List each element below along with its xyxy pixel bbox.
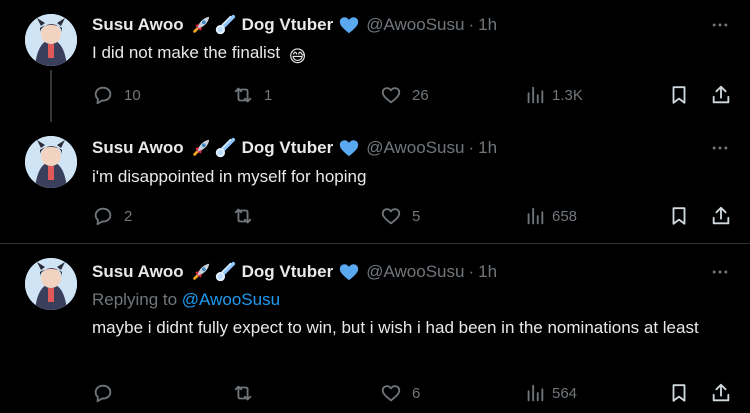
timestamp[interactable]: 1h bbox=[478, 15, 497, 35]
separator: · bbox=[468, 15, 475, 34]
separator: · bbox=[468, 262, 475, 281]
comet-emoji-icon bbox=[214, 14, 236, 36]
verified-icon[interactable] bbox=[338, 14, 360, 36]
reply-icon bbox=[94, 384, 112, 403]
display-name[interactable]: Susu Awoo bbox=[92, 138, 184, 158]
verified-icon[interactable] bbox=[338, 137, 360, 159]
display-name[interactable]: Susu Awoo bbox=[92, 15, 184, 35]
heart-icon bbox=[381, 208, 401, 225]
tweet-header: Susu Awoo Dog Vtuber @AwooSusu · 1h bbox=[92, 13, 497, 37]
share-icon bbox=[712, 206, 730, 225]
repost-icon bbox=[234, 208, 252, 224]
more-icon[interactable] bbox=[708, 136, 732, 160]
replying-to-label: Replying to bbox=[92, 290, 178, 309]
heart-icon bbox=[381, 385, 401, 402]
tweet-text-content: I did not make the finalist bbox=[92, 43, 281, 62]
repost-icon bbox=[234, 87, 252, 103]
replying-to: Replying to @AwooSusu bbox=[92, 290, 280, 310]
like-button[interactable]: 26 bbox=[380, 83, 429, 107]
reply-button[interactable]: 10 bbox=[92, 83, 141, 107]
reply-icon bbox=[94, 86, 112, 105]
repost-button[interactable] bbox=[232, 381, 264, 405]
views-button[interactable]: 1.3K bbox=[524, 83, 583, 107]
bookmark-icon bbox=[672, 384, 686, 402]
verified-icon[interactable] bbox=[338, 261, 360, 283]
display-name-suffix[interactable]: Dog Vtuber bbox=[242, 15, 334, 35]
action-bar: 2 5 658 bbox=[92, 204, 732, 228]
tweet-text: maybe i didnt fully expect to win, but i… bbox=[92, 318, 699, 337]
share-button[interactable] bbox=[710, 204, 732, 228]
rocket-emoji-icon bbox=[190, 261, 212, 283]
share-button[interactable] bbox=[710, 83, 732, 107]
grinning-sweat-emoji-icon: 😅 bbox=[288, 47, 307, 66]
rocket-emoji-icon bbox=[190, 137, 212, 159]
more-icon[interactable] bbox=[708, 13, 732, 37]
views-button[interactable]: 658 bbox=[524, 204, 577, 228]
avatar[interactable] bbox=[25, 258, 77, 310]
repost-icon bbox=[234, 385, 252, 401]
reply-count: 2 bbox=[124, 207, 133, 225]
comet-emoji-icon bbox=[214, 261, 236, 283]
views-icon bbox=[527, 384, 544, 402]
reply-button[interactable] bbox=[92, 381, 124, 405]
views-icon bbox=[527, 207, 544, 225]
tweet-text: i'm disappointed in myself for hoping bbox=[92, 167, 367, 186]
views-icon bbox=[527, 86, 544, 104]
tweet-text: I did not make the finalist 😅 bbox=[92, 41, 732, 68]
more-icon[interactable] bbox=[708, 260, 732, 284]
tweet-1[interactable]: Susu Awoo Dog Vtuber @AwooSusu · 1h I di… bbox=[0, 0, 750, 122]
tweet-3[interactable]: Susu Awoo Dog Vtuber @AwooSusu · 1h Repl… bbox=[0, 244, 750, 413]
bookmark-icon bbox=[672, 207, 686, 225]
rocket-emoji-icon bbox=[190, 14, 212, 36]
like-button[interactable]: 6 bbox=[380, 381, 420, 405]
views-count: 658 bbox=[552, 207, 578, 225]
like-count: 6 bbox=[412, 384, 421, 402]
thread-line bbox=[50, 70, 52, 122]
bookmark-button[interactable] bbox=[668, 204, 690, 228]
tweet-2[interactable]: Susu Awoo Dog Vtuber @AwooSusu · 1h i'm … bbox=[0, 122, 750, 243]
share-icon bbox=[712, 383, 730, 402]
share-button[interactable] bbox=[710, 381, 732, 405]
display-name-suffix[interactable]: Dog Vtuber bbox=[242, 138, 334, 158]
replying-to-mention[interactable]: @AwooSusu bbox=[182, 290, 280, 309]
timestamp[interactable]: 1h bbox=[478, 138, 497, 158]
views-count: 1.3K bbox=[552, 86, 583, 104]
bookmark-icon bbox=[672, 86, 686, 104]
bookmark-button[interactable] bbox=[668, 83, 690, 107]
repost-button[interactable]: 1 bbox=[232, 83, 272, 107]
views-count: 564 bbox=[552, 384, 578, 402]
bookmark-button[interactable] bbox=[668, 381, 690, 405]
tweet-header: Susu Awoo Dog Vtuber @AwooSusu · 1h bbox=[92, 136, 497, 160]
like-button[interactable]: 5 bbox=[380, 204, 420, 228]
timestamp[interactable]: 1h bbox=[478, 262, 497, 282]
repost-count: 1 bbox=[264, 86, 273, 104]
comet-emoji-icon bbox=[214, 137, 236, 159]
heart-icon bbox=[381, 87, 401, 104]
reply-count: 10 bbox=[124, 86, 141, 104]
handle[interactable]: @AwooSusu bbox=[366, 262, 464, 282]
repost-button[interactable] bbox=[232, 204, 264, 228]
reply-icon bbox=[94, 207, 112, 226]
like-count: 5 bbox=[412, 207, 421, 225]
action-bar: 10 1 26 1.3K bbox=[92, 83, 732, 107]
handle[interactable]: @AwooSusu bbox=[366, 15, 464, 35]
action-bar: 6 564 bbox=[92, 381, 732, 405]
handle[interactable]: @AwooSusu bbox=[366, 138, 464, 158]
views-button[interactable]: 564 bbox=[524, 381, 577, 405]
display-name-suffix[interactable]: Dog Vtuber bbox=[242, 262, 334, 282]
reply-button[interactable]: 2 bbox=[92, 204, 132, 228]
tweet-header: Susu Awoo Dog Vtuber @AwooSusu · 1h bbox=[92, 260, 497, 284]
share-icon bbox=[712, 85, 730, 104]
avatar[interactable] bbox=[25, 136, 77, 188]
display-name[interactable]: Susu Awoo bbox=[92, 262, 184, 282]
avatar[interactable] bbox=[25, 14, 77, 66]
separator: · bbox=[468, 138, 475, 157]
like-count: 26 bbox=[412, 86, 429, 104]
